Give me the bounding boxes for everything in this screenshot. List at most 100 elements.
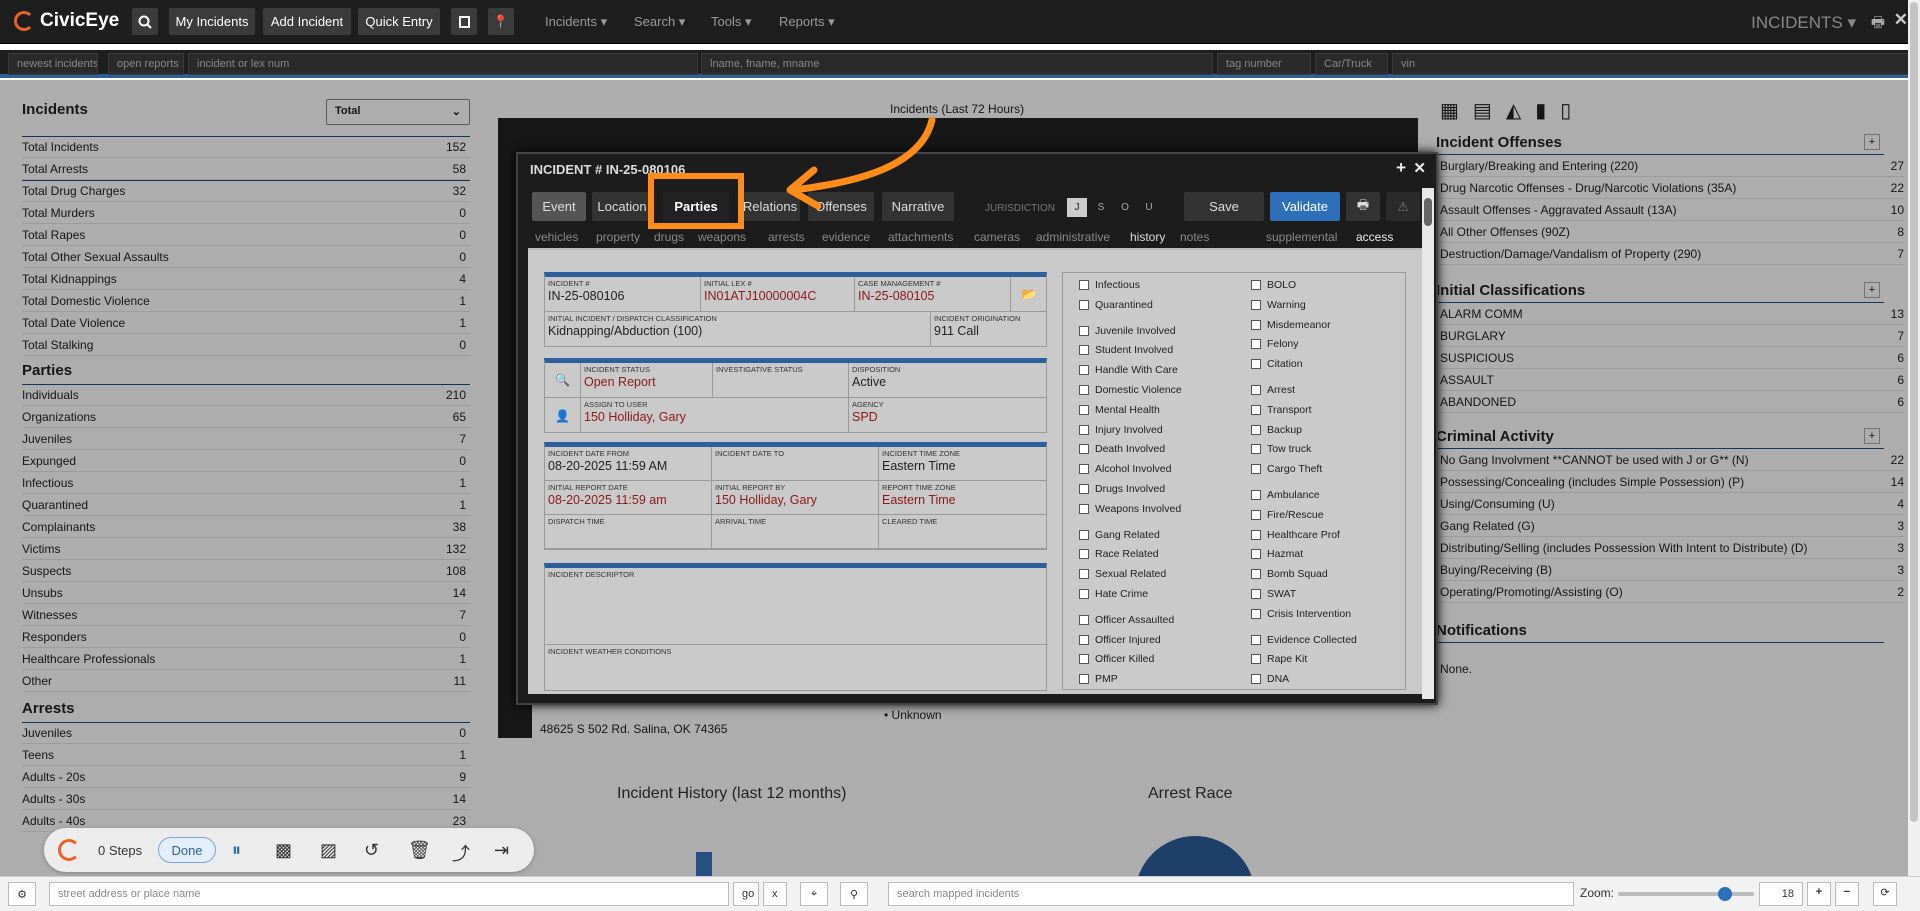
checkbox-icon[interactable] [1079, 503, 1089, 514]
subtab-administrative[interactable]: administrative [1036, 230, 1110, 244]
tag-number-input[interactable]: tag number [1217, 53, 1311, 75]
vin-input[interactable]: vin [1392, 53, 1912, 75]
flag-checkbox[interactable]: BOLO [1251, 277, 1296, 293]
modal-scrollbar[interactable] [1422, 188, 1434, 699]
flag-checkbox[interactable]: Hazmat [1251, 546, 1303, 562]
clear-button[interactable]: x [763, 882, 787, 906]
mapped-incidents-input[interactable]: search mapped incidents [888, 882, 1574, 906]
checkbox-icon[interactable] [1079, 464, 1089, 475]
newest-incidents-link[interactable]: newest incidents [8, 53, 98, 75]
checkbox-icon[interactable] [1251, 359, 1261, 370]
descriptor-field[interactable]: INCIDENT DESCRIPTOR [545, 568, 1048, 645]
checkbox-icon[interactable] [1079, 614, 1089, 625]
close-icon[interactable]: ✕ [1413, 159, 1426, 177]
flag-checkbox[interactable]: Gang Related [1079, 527, 1160, 543]
zoom-value[interactable]: 18 [1759, 882, 1803, 906]
menu-reports[interactable]: Reports ▾ [779, 14, 835, 30]
scrollbar-thumb[interactable] [1424, 198, 1432, 226]
menu-incidents[interactable]: Incidents ▾ [545, 14, 607, 30]
undo-icon[interactable]: ↺ [364, 840, 379, 861]
flag-checkbox[interactable]: Officer Assaulted [1079, 612, 1174, 628]
checkbox-icon[interactable] [1251, 634, 1261, 645]
page-scrollbar-thumb[interactable] [1910, 2, 1918, 822]
page-scrollbar[interactable] [1908, 0, 1920, 876]
user-icon[interactable]: 👤 [545, 398, 581, 433]
checkbox-icon[interactable] [1079, 529, 1089, 540]
add-incident-button[interactable]: Add Incident [263, 8, 351, 35]
flag-checkbox[interactable]: Crisis Intervention [1251, 606, 1351, 622]
incident-status-field[interactable]: INCIDENT STATUS Open Report [581, 363, 713, 398]
flag-checkbox[interactable]: Misdemeanor [1251, 317, 1331, 333]
zoom-in-button[interactable]: + [1807, 882, 1831, 906]
checkbox-icon[interactable] [1251, 490, 1261, 500]
crosshair-icon[interactable]: ⌖ [800, 882, 828, 906]
checkbox-icon[interactable] [1079, 404, 1089, 415]
lex-number-field[interactable]: INITIAL LEX # IN01ATJ10000004C [701, 277, 855, 312]
expand-icon[interactable]: + [1396, 158, 1406, 178]
flag-checkbox[interactable]: Tow truck [1251, 441, 1311, 457]
checkbox-icon[interactable] [1251, 509, 1261, 520]
dispatch-time-field[interactable]: DISPATCH TIME [545, 515, 712, 549]
flag-checkbox[interactable]: Fire/Rescue [1251, 507, 1324, 523]
checkbox-icon[interactable] [1251, 404, 1261, 415]
civiceye-logo[interactable]: CivicEye [14, 10, 119, 32]
image-icon[interactable]: ▨ [320, 840, 337, 861]
incident-number-input[interactable]: incident or lex num [188, 53, 698, 75]
checkbox-icon[interactable] [1079, 385, 1089, 395]
flag-checkbox[interactable]: Student Involved [1079, 342, 1173, 358]
weather-field[interactable]: INCIDENT WEATHER CONDITIONS [545, 645, 1048, 691]
checkbox-icon[interactable] [1251, 339, 1261, 350]
subtab-cameras[interactable]: cameras [974, 230, 1020, 244]
search-icon-button[interactable] [132, 8, 158, 35]
flag-checkbox[interactable]: Infectious [1079, 277, 1140, 293]
subtab-history[interactable]: history [1130, 230, 1165, 244]
menu-tools[interactable]: Tools ▾ [711, 14, 752, 30]
print-button[interactable]: 🖶 [1346, 192, 1380, 221]
checkbox-icon[interactable] [1079, 280, 1089, 290]
checkbox-icon[interactable] [1251, 444, 1261, 455]
flag-checkbox[interactable]: Backup [1251, 422, 1302, 438]
checkbox-icon[interactable] [1079, 549, 1089, 560]
blur-icon[interactable]: ▩ [275, 840, 292, 861]
save-button[interactable]: Save [1184, 192, 1264, 221]
checkbox-icon[interactable] [1079, 674, 1089, 685]
flag-checkbox[interactable]: Rape Kit [1251, 651, 1307, 667]
investigative-status-field[interactable]: INVESTIGATIVE STATUS [713, 363, 849, 398]
settings-icon[interactable]: ⚙ [8, 882, 36, 906]
flag-checkbox[interactable]: Healthcare Prof [1251, 527, 1340, 543]
checkbox-icon[interactable] [1079, 634, 1089, 645]
subtab-evidence[interactable]: evidence [822, 230, 870, 244]
flag-checkbox[interactable]: Death Involved [1079, 441, 1165, 457]
done-button[interactable]: Done [158, 837, 216, 863]
warning-button[interactable]: ⚠ [1386, 192, 1420, 221]
calculator-icon-button[interactable] [451, 8, 477, 35]
checkbox-icon[interactable] [1251, 529, 1261, 540]
flag-checkbox[interactable]: Mental Health [1079, 402, 1160, 418]
flag-checkbox[interactable]: Juvenile Involved [1079, 323, 1176, 339]
checkbox-icon[interactable] [1251, 589, 1261, 599]
exit-icon[interactable]: ⇥ [494, 840, 509, 861]
flag-checkbox[interactable]: Weapons Involved [1079, 501, 1181, 517]
tab-event[interactable]: Event [532, 192, 586, 221]
flag-checkbox[interactable]: Evidence Collected [1251, 632, 1357, 648]
flag-checkbox[interactable]: Cargo Theft [1251, 461, 1322, 477]
report-by-field[interactable]: INITIAL REPORT BY 150 Holliday, Gary [712, 481, 879, 515]
arrival-time-field[interactable]: ARRIVAL TIME [712, 515, 879, 549]
flag-checkbox[interactable]: Race Related [1079, 546, 1159, 562]
report-tz-field[interactable]: REPORT TIME ZONE Eastern Time [879, 481, 1047, 515]
classification-field[interactable]: INITIAL INCIDENT / DISPATCH CLASSIFICATI… [545, 312, 931, 347]
cleared-time-field[interactable]: CLEARED TIME [879, 515, 1047, 549]
checkbox-icon[interactable] [1251, 549, 1261, 560]
flag-checkbox[interactable]: Domestic Violence [1079, 382, 1182, 398]
flag-checkbox[interactable]: Transport [1251, 402, 1312, 418]
close-icon[interactable]: ✕ [1894, 10, 1908, 30]
flag-checkbox[interactable]: Felony [1251, 336, 1299, 352]
trash-icon[interactable]: 🗑 [408, 840, 431, 861]
refresh-icon[interactable]: ⟳ [1873, 882, 1897, 906]
open-reports-link[interactable]: open reports [108, 53, 184, 75]
flag-checkbox[interactable]: Quarantined [1079, 297, 1153, 313]
case-management-field[interactable]: CASE MANAGEMENT # IN-25-080105 [855, 277, 1011, 312]
flag-checkbox[interactable]: DNA [1251, 671, 1289, 687]
flag-checkbox[interactable]: Officer Killed [1079, 651, 1154, 667]
map-pin-icon-button[interactable]: 📍 [488, 8, 514, 35]
